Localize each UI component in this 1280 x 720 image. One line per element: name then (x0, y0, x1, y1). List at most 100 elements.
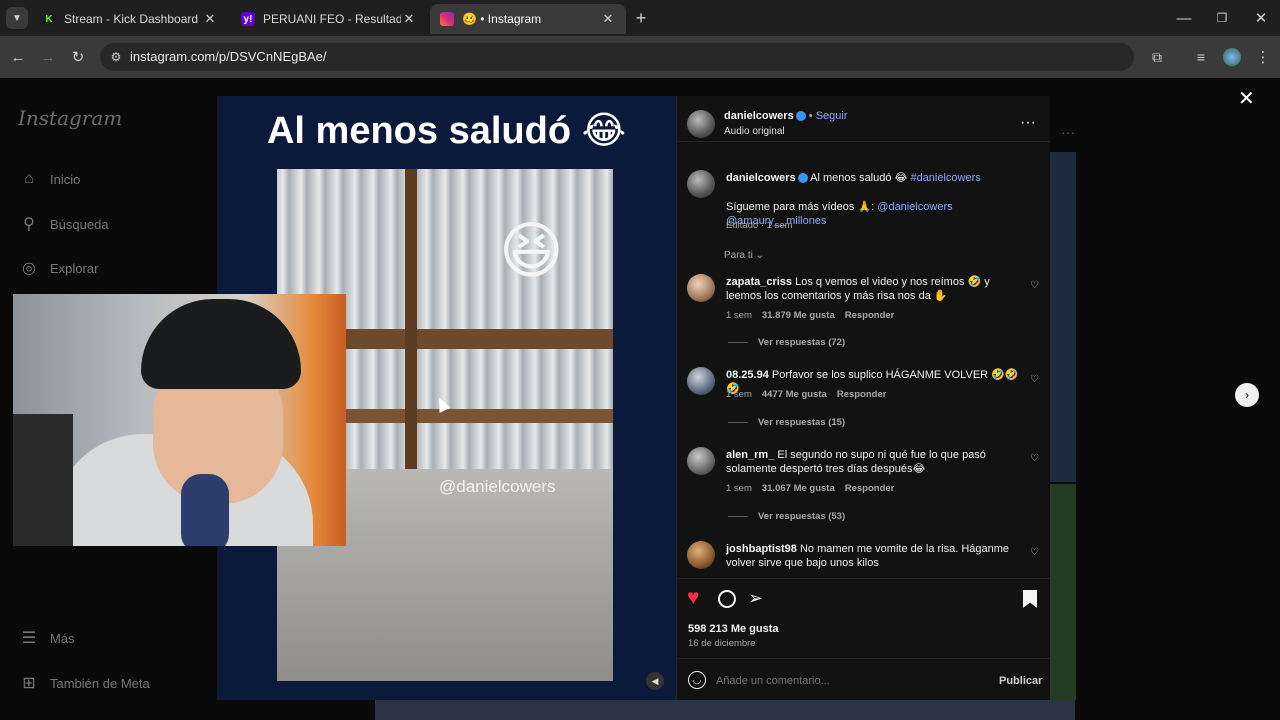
view-replies-button[interactable]: Ver respuestas (15) (728, 417, 845, 428)
tab-strip: ▼ K Stream - Kick Dashboard ✕ y! PERUANI… (0, 0, 1280, 36)
tab-title: PERUANI FEO - Resultados de Y (263, 12, 401, 26)
background-post-preview (1050, 152, 1076, 482)
chevron-down-icon: ⌄ (755, 250, 765, 261)
next-post-button[interactable]: › (1235, 383, 1259, 407)
instagram-favicon-icon (440, 12, 454, 26)
caption-mention[interactable]: @danielcowers (877, 201, 952, 213)
sidebar-item-label: Inicio (50, 171, 81, 187)
compass-icon: ◎ (22, 260, 36, 277)
like-comment-icon[interactable]: ♡ (1030, 280, 1040, 291)
comment-likes[interactable]: 31.879 Me gusta (762, 310, 835, 321)
tab-search-chevron-icon[interactable]: ▼ (6, 7, 28, 29)
new-tab-button[interactable]: + (630, 7, 652, 29)
reply-button[interactable]: Responder (845, 483, 895, 494)
comment-username[interactable]: 08.25.94 (726, 369, 769, 381)
like-comment-icon[interactable]: ♡ (1030, 547, 1040, 558)
menu-icon: ☰ (21, 630, 37, 647)
tab-close-icon[interactable]: ✕ (600, 11, 616, 27)
audio-label[interactable]: Audio original (724, 126, 785, 137)
share-icon[interactable]: ➢ (748, 588, 763, 608)
panel-divider (676, 578, 1050, 579)
comment-avatar[interactable] (687, 274, 715, 302)
like-heart-icon[interactable]: ♥ (687, 587, 699, 609)
comment-text: zapata_criss Los q vemos el video y nos … (726, 275, 1026, 303)
restore-window-icon[interactable]: ❐ (1211, 7, 1233, 29)
comment-meta: 1 sem 31.067 Me gusta Responder (726, 483, 894, 494)
sidebar-item-label: Explorar (50, 260, 99, 276)
verified-badge-icon (795, 111, 806, 122)
post-date: 16 de diciembre (688, 638, 756, 649)
comment-text: joshbaptist98 No mamen me vomite de la r… (726, 542, 1026, 570)
emoji-picker-icon[interactable]: ◡ (688, 671, 706, 689)
close-window-icon[interactable]: ✕ (1250, 7, 1272, 29)
comment-bubble-icon[interactable] (718, 590, 736, 608)
sort-comments-dropdown[interactable]: Para ti ⌄ (724, 250, 764, 261)
comment-text: alen_rm_ El segundo no supo ni qué fue l… (726, 448, 1026, 476)
caption-body: Al menos saludó 😂 (810, 172, 908, 184)
comment-avatar[interactable] (687, 367, 715, 395)
comment-username[interactable]: joshbaptist98 (726, 543, 797, 555)
laughing-emoji: 😆 (499, 217, 564, 286)
panel-divider (676, 658, 1050, 659)
minimize-window-icon[interactable]: — (1173, 7, 1195, 29)
profile-avatar-icon[interactable] (1221, 46, 1243, 68)
like-comment-icon[interactable]: ♡ (1030, 374, 1040, 385)
author-username[interactable]: danielcowers (724, 110, 794, 122)
gaming-chair (13, 414, 73, 546)
comment-time: 1 sem (726, 310, 752, 321)
tab-kick-dashboard[interactable]: K Stream - Kick Dashboard ✕ (32, 4, 228, 34)
comment-username[interactable]: alen_rm_ (726, 449, 774, 461)
comment-meta: 1 sem 4477 Me gusta Responder (726, 389, 886, 400)
post-header: danielcowers • Seguir (724, 110, 847, 122)
view-replies-button[interactable]: Ver respuestas (72) (728, 337, 845, 348)
forward-icon[interactable]: → (37, 46, 59, 68)
extensions-icon[interactable]: ⧉ (1146, 46, 1168, 68)
caption-text: danielcowers Al menos saludó 😂 #danielco… (726, 171, 1026, 185)
home-icon: ⌂ (24, 170, 34, 187)
back-icon[interactable]: ← (7, 46, 29, 68)
comment-time: 1 sem (726, 389, 752, 400)
browser-menu-icon[interactable]: ⋮ (1252, 46, 1274, 68)
tab-title: Stream - Kick Dashboard (64, 12, 199, 26)
media-controls-icon[interactable]: ≡ (1190, 46, 1212, 68)
reply-button[interactable]: Responder (837, 389, 887, 400)
video-headline: Al menos saludó 😂 (266, 110, 626, 152)
tab-close-icon[interactable]: ✕ (401, 11, 417, 27)
comment-avatar[interactable] (687, 541, 715, 569)
sidebar-item-explorar[interactable]: ◎ Explorar (18, 257, 98, 279)
caption-hashtag[interactable]: #danielcowers (910, 172, 980, 184)
yahoo-favicon-icon: y! (241, 12, 255, 26)
comment-input[interactable] (716, 670, 986, 692)
more-options-icon[interactable]: ··· (1020, 114, 1036, 132)
reload-icon[interactable]: ↻ (67, 46, 89, 68)
sidebar-item-label: Búsqueda (50, 216, 109, 232)
view-replies-button[interactable]: Ver respuestas (53) (728, 511, 845, 522)
sidebar-item-mas[interactable]: ☰ Más (18, 627, 75, 649)
caption-avatar[interactable] (687, 170, 715, 198)
likes-count[interactable]: 598 213 Me gusta (688, 623, 779, 635)
comment-avatar[interactable] (687, 447, 715, 475)
background-post-preview (375, 700, 1075, 720)
mute-toggle-icon[interactable]: ◀ (646, 672, 664, 690)
url-text[interactable]: instagram.com/p/DSVCnNEgBAe/ (130, 49, 327, 64)
tab-close-icon[interactable]: ✕ (202, 11, 218, 27)
tab-yahoo-results[interactable]: y! PERUANI FEO - Resultados de Y ✕ (231, 4, 427, 34)
author-avatar[interactable] (687, 110, 715, 138)
instagram-logo[interactable]: Instagram (18, 106, 122, 130)
caption-username[interactable]: danielcowers (726, 172, 796, 184)
site-info-icon[interactable]: ⚙ (105, 46, 127, 68)
comment-username[interactable]: zapata_criss (726, 276, 792, 288)
sidebar-item-inicio[interactable]: ⌂ Inicio (18, 168, 80, 190)
tab-instagram[interactable]: 🥴 • Instagram ✕ (430, 4, 626, 34)
like-comment-icon[interactable]: ♡ (1030, 453, 1040, 464)
comment-likes[interactable]: 4477 Me gusta (762, 389, 827, 400)
publish-button[interactable]: Publicar (999, 675, 1042, 687)
comment-likes[interactable]: 31.067 Me gusta (762, 483, 835, 494)
close-modal-icon[interactable]: ✕ (1238, 86, 1255, 111)
background-more-icon: ··· (1061, 124, 1075, 140)
reply-button[interactable]: Responder (845, 310, 895, 321)
caption-follow-text: Sígueme para más vídeos 🙏: (726, 201, 875, 213)
follow-button[interactable]: Seguir (816, 110, 848, 122)
sidebar-item-tambien-de-meta[interactable]: ⊞ También de Meta (18, 672, 149, 694)
sidebar-item-busqueda[interactable]: ⚲ Búsqueda (18, 213, 109, 235)
